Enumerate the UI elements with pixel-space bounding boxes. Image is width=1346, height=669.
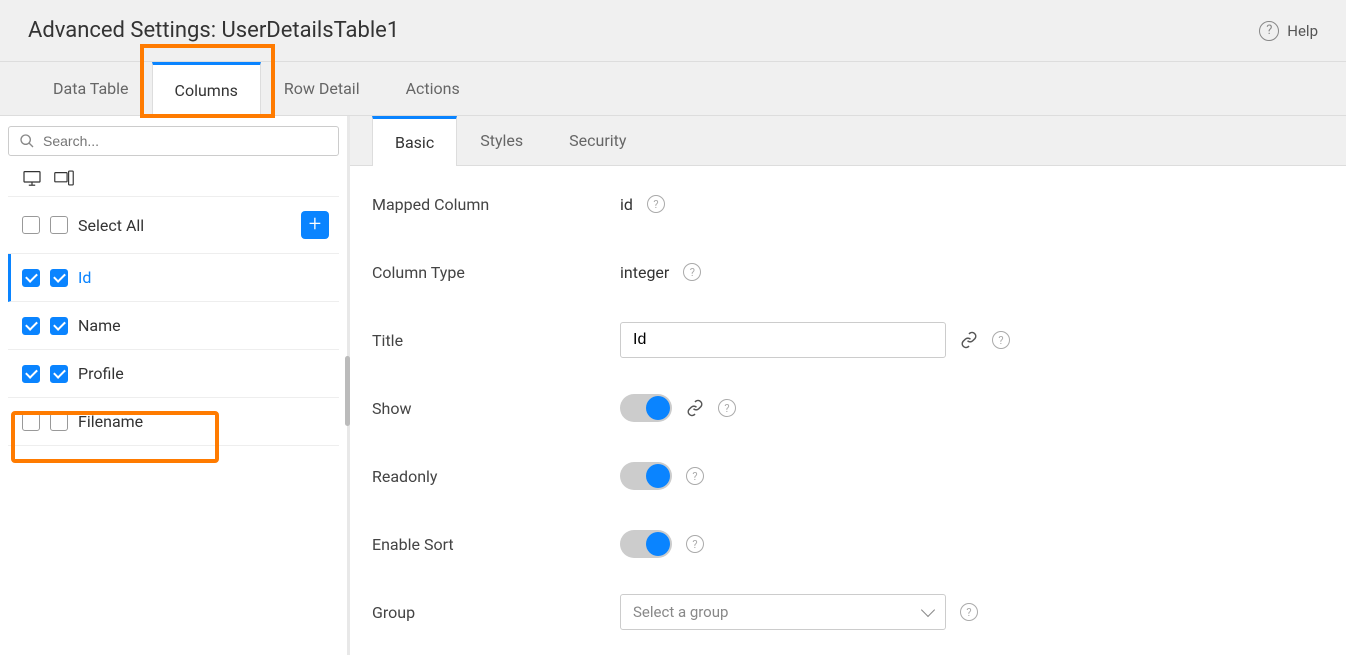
tab-columns[interactable]: Columns — [152, 62, 261, 116]
column-item-id[interactable]: Id — [8, 254, 339, 302]
column-checkbox-1[interactable] — [22, 365, 40, 383]
column-label: Profile — [78, 364, 124, 383]
column-item-name[interactable]: Name — [8, 302, 339, 350]
search-input[interactable] — [43, 133, 328, 149]
main-tab-bar: Data Table Columns Row Detail Actions — [0, 62, 1346, 116]
info-icon[interactable] — [686, 535, 704, 553]
row-mapped-column: Mapped Column id — [372, 186, 1324, 222]
subtab-basic[interactable]: Basic — [372, 116, 457, 166]
info-icon[interactable] — [647, 195, 665, 213]
row-group: Group Select a group — [372, 594, 1324, 630]
row-readonly: Readonly — [372, 458, 1324, 494]
subtab-security[interactable]: Security — [546, 116, 649, 165]
value-column-type: integer — [620, 263, 669, 282]
link-icon[interactable] — [686, 399, 704, 417]
select-all-checkbox-1[interactable] — [22, 216, 40, 234]
row-column-type: Column Type integer — [372, 254, 1324, 290]
column-checkbox-2[interactable] — [50, 413, 68, 431]
toggle-show[interactable] — [620, 394, 672, 422]
subtab-styles[interactable]: Styles — [457, 116, 546, 165]
value-mapped-column: id — [620, 195, 633, 214]
scrollbar-thumb[interactable] — [345, 356, 350, 426]
columns-sidebar: Select All Id Name Profile File — [0, 116, 350, 655]
search-box[interactable] — [8, 126, 339, 156]
label-group: Group — [372, 603, 620, 622]
info-icon[interactable] — [718, 399, 736, 417]
desktop-icon[interactable] — [22, 170, 42, 186]
select-all-row[interactable]: Select All — [8, 197, 339, 254]
label-enable-sort: Enable Sort — [372, 535, 620, 554]
select-group-placeholder: Select a group — [633, 603, 728, 621]
info-icon[interactable] — [686, 467, 704, 485]
column-label: Filename — [78, 412, 143, 431]
help-label: Help — [1287, 22, 1318, 40]
column-checkbox-1[interactable] — [22, 413, 40, 431]
input-title[interactable] — [620, 322, 946, 358]
column-label: Name — [78, 316, 121, 335]
label-column-type: Column Type — [372, 263, 620, 282]
column-checkbox-1[interactable] — [22, 269, 40, 287]
select-all-label: Select All — [78, 216, 144, 235]
search-icon — [19, 133, 35, 149]
help-link[interactable]: ? Help — [1259, 21, 1318, 41]
label-title: Title — [372, 331, 620, 350]
sub-tab-bar: Basic Styles Security — [350, 116, 1346, 166]
link-icon[interactable] — [960, 331, 978, 349]
tab-data-table[interactable]: Data Table — [30, 62, 152, 115]
column-list: Select All Id Name Profile File — [8, 197, 339, 446]
row-enable-sort: Enable Sort — [372, 526, 1324, 562]
info-icon[interactable] — [992, 331, 1010, 349]
column-item-filename[interactable]: Filename — [8, 398, 339, 446]
mobile-icon[interactable] — [54, 170, 74, 186]
info-icon[interactable] — [683, 263, 701, 281]
row-title: Title — [372, 322, 1324, 358]
toggle-enable-sort[interactable] — [620, 530, 672, 558]
label-mapped-column: Mapped Column — [372, 195, 620, 214]
label-show: Show — [372, 399, 620, 418]
select-group[interactable]: Select a group — [620, 594, 946, 630]
tab-row-detail[interactable]: Row Detail — [261, 62, 383, 115]
column-checkbox-2[interactable] — [50, 269, 68, 287]
column-label: Id — [78, 268, 91, 287]
detail-pane: Basic Styles Security Mapped Column id C… — [350, 116, 1346, 655]
column-checkbox-2[interactable] — [50, 317, 68, 335]
content-area: Select All Id Name Profile File — [0, 116, 1346, 655]
page-title: Advanced Settings: UserDetailsTable1 — [28, 18, 399, 43]
label-readonly: Readonly — [372, 467, 620, 486]
help-icon: ? — [1259, 21, 1279, 41]
row-show: Show — [372, 390, 1324, 426]
toggle-readonly[interactable] — [620, 462, 672, 490]
column-item-profile[interactable]: Profile — [8, 350, 339, 398]
header-bar: Advanced Settings: UserDetailsTable1 ? H… — [0, 0, 1346, 62]
column-checkbox-2[interactable] — [50, 365, 68, 383]
add-column-button[interactable] — [301, 211, 329, 239]
device-icons-row — [8, 164, 339, 197]
chevron-down-icon — [921, 603, 935, 617]
column-checkbox-1[interactable] — [22, 317, 40, 335]
form-area: Mapped Column id Column Type integer Tit… — [350, 166, 1346, 655]
tab-actions[interactable]: Actions — [383, 62, 483, 115]
select-all-checkbox-2[interactable] — [50, 216, 68, 234]
info-icon[interactable] — [960, 603, 978, 621]
